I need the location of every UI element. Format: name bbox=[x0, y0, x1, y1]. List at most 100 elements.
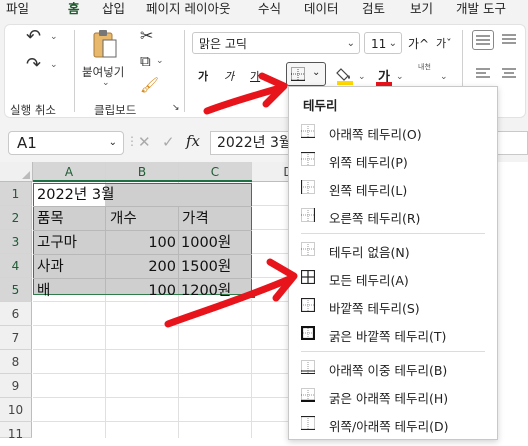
tab-formulas[interactable]: 수식 bbox=[258, 0, 281, 17]
paste-dropdown-icon[interactable]: ⌄ bbox=[102, 78, 110, 88]
align-center-icon[interactable] bbox=[502, 68, 516, 80]
tab-review[interactable]: 검토 bbox=[362, 0, 385, 17]
underline-button[interactable]: 가 bbox=[250, 68, 260, 84]
menu-item-bottom-border[interactable]: 아래쪽 테두리(O) bbox=[289, 118, 497, 146]
fill-color-dropdown-icon[interactable]: ⌄ bbox=[358, 72, 366, 82]
menu-item-all-borders[interactable]: 모든 테두리(A) bbox=[289, 264, 497, 292]
cell-c5[interactable]: 1200원 bbox=[181, 279, 231, 303]
menu-item-thick-bottom-border[interactable]: 굵은 아래쪽 테두리(H) bbox=[289, 382, 497, 410]
tab-file[interactable]: 파일 bbox=[6, 0, 29, 17]
tab-home[interactable]: 홈 bbox=[66, 0, 81, 21]
clipboard-group-label: 클립보드 bbox=[94, 103, 137, 117]
copy-dropdown-icon[interactable]: ⌄ bbox=[156, 56, 164, 66]
row-header-11[interactable]: 11 bbox=[0, 422, 32, 441]
font-name-dropdown[interactable]: 맑은 고딕 ⌄ bbox=[192, 32, 360, 54]
column-header-c[interactable]: C bbox=[179, 162, 252, 182]
cell-b3[interactable]: 100 bbox=[106, 231, 178, 255]
gridline bbox=[33, 373, 288, 374]
cell-a1[interactable]: 2022년 3월 bbox=[37, 183, 114, 207]
cell-b4[interactable]: 200 bbox=[106, 255, 178, 279]
row-header-1[interactable]: 1 bbox=[0, 182, 32, 206]
insert-function-button[interactable]: fx bbox=[186, 132, 200, 150]
gridline bbox=[33, 349, 288, 350]
clipboard-launcher-icon[interactable]: ↘ bbox=[172, 104, 180, 113]
menu-item-label: 아래쪽 테두리(O) bbox=[329, 127, 422, 142]
top-align-button[interactable] bbox=[472, 30, 494, 50]
menu-item-label: 바깥쪽 테두리(S) bbox=[329, 301, 420, 316]
gridline bbox=[33, 325, 288, 326]
column-header-a[interactable]: A bbox=[33, 162, 106, 182]
enter-icon[interactable]: ✓ bbox=[162, 133, 175, 151]
group-divider bbox=[74, 30, 75, 112]
align-left-icon[interactable] bbox=[476, 68, 490, 80]
undo-icon[interactable]: ↶ bbox=[26, 28, 41, 46]
row-header-6[interactable]: 6 bbox=[0, 302, 32, 326]
phonetic-dropdown-icon[interactable]: ⌄ bbox=[440, 72, 448, 82]
row-header-5[interactable]: 5 bbox=[0, 278, 32, 302]
borders-menu-title: 테두리 bbox=[303, 98, 338, 113]
row-header-9[interactable]: 9 bbox=[0, 374, 32, 398]
menu-item-top-border[interactable]: 위쪽 테두리(P) bbox=[289, 146, 497, 174]
row-header-4[interactable]: 4 bbox=[0, 254, 32, 278]
font-size-value: 11 bbox=[371, 37, 387, 51]
middle-align-icon[interactable] bbox=[502, 34, 516, 46]
borders-button[interactable]: ⌄ bbox=[286, 62, 326, 86]
cancel-icon[interactable]: ✕ bbox=[138, 133, 151, 151]
cell-a2[interactable]: 품목 bbox=[37, 207, 64, 231]
redo-icon[interactable]: ↷ bbox=[26, 56, 41, 74]
cell-a5[interactable]: 배 bbox=[37, 279, 50, 303]
font-size-dropdown[interactable]: 11 ⌄ bbox=[364, 32, 402, 54]
row-header-8[interactable]: 8 bbox=[0, 350, 32, 374]
menu-item-top-bottom-border[interactable]: 위쪽/아래쪽 테두리(D) bbox=[289, 410, 497, 438]
phonetic-button[interactable]: 내천 bbox=[418, 62, 431, 72]
redo-dropdown-icon[interactable]: ⌄ bbox=[50, 60, 58, 70]
paste-icon[interactable] bbox=[92, 28, 118, 60]
tab-view[interactable]: 보기 bbox=[410, 0, 433, 17]
font-color-dropdown-icon[interactable]: ⌄ bbox=[396, 72, 404, 82]
fill-handle[interactable] bbox=[249, 292, 256, 299]
row-header-2[interactable]: 2 bbox=[0, 206, 32, 230]
formula-bar-grip-icon: ⋮ bbox=[126, 134, 138, 148]
italic-button[interactable]: 가 bbox=[224, 68, 234, 84]
tab-developer[interactable]: 개발 도구 bbox=[456, 0, 506, 17]
top-align-icon bbox=[476, 35, 490, 45]
gridline bbox=[178, 207, 179, 294]
cell-c4[interactable]: 1500원 bbox=[181, 255, 231, 279]
cell-c3[interactable]: 1000원 bbox=[181, 231, 231, 255]
menu-divider bbox=[301, 233, 485, 234]
menu-item-bottom-double-border[interactable]: 아래쪽 이중 테두리(B) bbox=[289, 354, 497, 382]
cut-icon[interactable]: ✂ bbox=[140, 28, 153, 44]
grow-font-button[interactable]: 가^ bbox=[408, 35, 429, 52]
undo-dropdown-icon[interactable]: ⌄ bbox=[50, 32, 58, 42]
cell-b5[interactable]: 100 bbox=[106, 279, 178, 303]
menu-item-right-border[interactable]: 오른쪽 테두리(R) bbox=[289, 202, 497, 230]
menu-item-no-border[interactable]: 테두리 없음(N) bbox=[289, 236, 497, 264]
bold-button[interactable]: 가 bbox=[198, 68, 208, 84]
name-box-value: A1 bbox=[17, 134, 37, 152]
copy-icon[interactable]: ⧉ bbox=[140, 54, 151, 69]
menu-item-label: 모든 테두리(A) bbox=[329, 273, 409, 288]
undo-group-label: 실행 취소 bbox=[10, 103, 56, 117]
chevron-down-icon: ⌄ bbox=[108, 137, 117, 148]
format-painter-icon[interactable]: 🖌 bbox=[140, 78, 159, 93]
menu-item-thick-outside-borders[interactable]: 굵은 바깥쪽 테두리(T) bbox=[289, 320, 497, 348]
column-header-b[interactable]: B bbox=[106, 162, 179, 182]
select-all-corner[interactable] bbox=[0, 162, 33, 182]
shrink-font-button[interactable]: 가ˇ bbox=[436, 35, 452, 51]
chevron-down-icon: ⌄ bbox=[388, 38, 397, 49]
menu-item-left-border[interactable]: 왼쪽 테두리(L) bbox=[289, 174, 497, 202]
cell-a4[interactable]: 사과 bbox=[37, 255, 64, 279]
formula-value: 2022년 3월 bbox=[217, 135, 292, 151]
tab-insert[interactable]: 삽입 bbox=[102, 0, 125, 17]
row-header-10[interactable]: 10 bbox=[0, 398, 32, 422]
row-header-3[interactable]: 3 bbox=[0, 230, 32, 254]
tab-data[interactable]: 데이터 bbox=[304, 0, 339, 17]
menu-item-outside-borders[interactable]: 바깥쪽 테두리(S) bbox=[289, 292, 497, 320]
cell-c2[interactable]: 가격 bbox=[182, 207, 209, 231]
fill-color-icon[interactable] bbox=[336, 65, 356, 85]
name-box[interactable]: A1 ⌄ bbox=[8, 131, 124, 155]
row-header-7[interactable]: 7 bbox=[0, 326, 32, 350]
tab-page-layout[interactable]: 페이지 레이아웃 bbox=[146, 0, 230, 17]
cell-b2[interactable]: 개수 bbox=[110, 207, 137, 231]
cell-a3[interactable]: 고구마 bbox=[37, 231, 77, 255]
